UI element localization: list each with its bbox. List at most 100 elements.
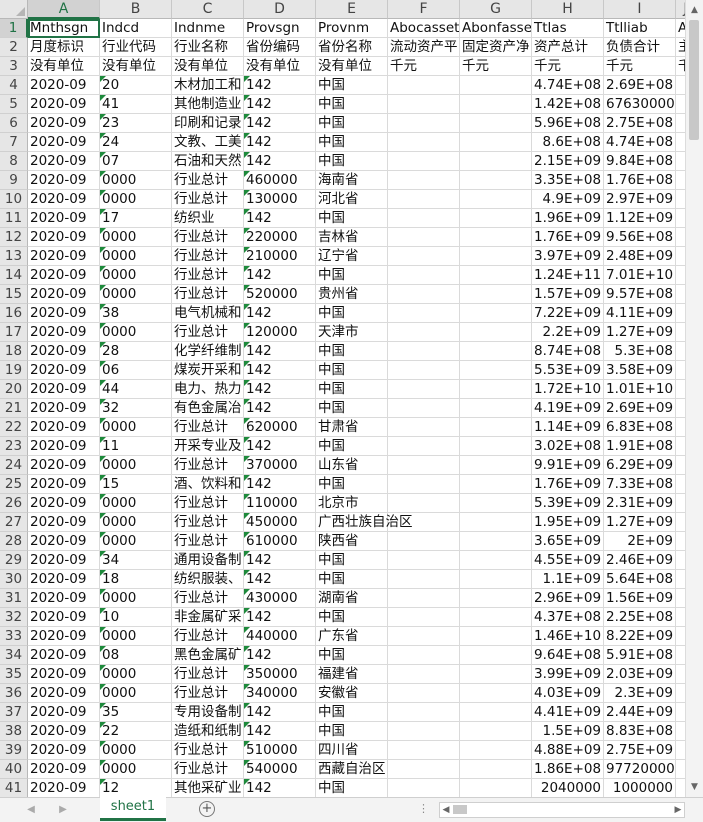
cell-f7[interactable] (388, 133, 460, 152)
cell-e34[interactable]: 中国 (316, 646, 388, 665)
cell-e16[interactable]: 中国 (316, 304, 388, 323)
row-header[interactable]: 17 (0, 323, 28, 342)
cell-c24[interactable]: 行业总计 (172, 456, 244, 475)
cell-d7[interactable]: 142 (244, 133, 316, 152)
row-header[interactable]: 23 (0, 437, 28, 456)
column-header-e[interactable]: E (316, 0, 388, 19)
cell-h30[interactable]: 1.1E+09 (532, 570, 604, 589)
cell-d9[interactable]: 460000 (244, 171, 316, 190)
row-header[interactable]: 21 (0, 399, 28, 418)
cell-e22[interactable]: 甘肃省 (316, 418, 388, 437)
row-header[interactable]: 37 (0, 703, 28, 722)
cell-c18[interactable]: 化学纤维制 (172, 342, 244, 361)
tab-split-handle[interactable]: ⋮ (418, 802, 430, 815)
cell-a3[interactable]: 没有单位 (28, 57, 100, 76)
cell-c14[interactable]: 行业总计 (172, 266, 244, 285)
row-header[interactable]: 10 (0, 190, 28, 209)
cell-d27[interactable]: 450000 (244, 513, 316, 532)
cell-b17[interactable]: 0000 (100, 323, 172, 342)
cell-g16[interactable] (460, 304, 532, 323)
row-header[interactable]: 13 (0, 247, 28, 266)
cell-c10[interactable]: 行业总计 (172, 190, 244, 209)
row-header[interactable]: 29 (0, 551, 28, 570)
row-header[interactable]: 6 (0, 114, 28, 133)
cell-c8[interactable]: 石油和天然 (172, 152, 244, 171)
cell-e14[interactable]: 中国 (316, 266, 388, 285)
cell-i40[interactable]: 97720000 (604, 760, 676, 779)
cell-i3[interactable]: 千元 (604, 57, 676, 76)
cell-g41[interactable] (460, 779, 532, 797)
cell-c22[interactable]: 行业总计 (172, 418, 244, 437)
cell-h28[interactable]: 3.65E+09 (532, 532, 604, 551)
cell-c5[interactable]: 其他制造业 (172, 95, 244, 114)
cell-i4[interactable]: 2.69E+08 (604, 76, 676, 95)
cell-b10[interactable]: 0000 (100, 190, 172, 209)
cell-b8[interactable]: 07 (100, 152, 172, 171)
row-header[interactable]: 36 (0, 684, 28, 703)
cell-j8[interactable] (676, 152, 685, 171)
cell-h21[interactable]: 4.19E+09 (532, 399, 604, 418)
cell-a30[interactable]: 2020-09 (28, 570, 100, 589)
cell-g18[interactable] (460, 342, 532, 361)
cell-j20[interactable] (676, 380, 685, 399)
cell-a19[interactable]: 2020-09 (28, 361, 100, 380)
cell-c26[interactable]: 行业总计 (172, 494, 244, 513)
cell-h38[interactable]: 1.5E+09 (532, 722, 604, 741)
cell-d11[interactable]: 142 (244, 209, 316, 228)
cell-i17[interactable]: 1.27E+09 (604, 323, 676, 342)
cell-b5[interactable]: 41 (100, 95, 172, 114)
cell-c19[interactable]: 煤炭开采和 (172, 361, 244, 380)
cell-f40[interactable] (388, 760, 460, 779)
row-header[interactable]: 34 (0, 646, 28, 665)
cell-b15[interactable]: 0000 (100, 285, 172, 304)
row-header[interactable]: 24 (0, 456, 28, 475)
cell-a28[interactable]: 2020-09 (28, 532, 100, 551)
cell-g37[interactable] (460, 703, 532, 722)
cell-c20[interactable]: 电力、热力 (172, 380, 244, 399)
cell-a13[interactable]: 2020-09 (28, 247, 100, 266)
cell-g30[interactable] (460, 570, 532, 589)
cell-d16[interactable]: 142 (244, 304, 316, 323)
scroll-right-arrow-icon[interactable]: ▶ (672, 803, 684, 817)
cell-h36[interactable]: 4.03E+09 (532, 684, 604, 703)
row-header[interactable]: 19 (0, 361, 28, 380)
cell-j3[interactable]: 千 (676, 57, 685, 76)
cell-c17[interactable]: 行业总计 (172, 323, 244, 342)
cell-c30[interactable]: 纺织服装、 (172, 570, 244, 589)
cell-c15[interactable]: 行业总计 (172, 285, 244, 304)
cell-g4[interactable] (460, 76, 532, 95)
cell-e36[interactable]: 安徽省 (316, 684, 388, 703)
cell-d1[interactable]: Provsgn (244, 19, 316, 38)
cell-a2[interactable]: 月度标识 (28, 38, 100, 57)
cell-a26[interactable]: 2020-09 (28, 494, 100, 513)
row-header[interactable]: 35 (0, 665, 28, 684)
cell-a33[interactable]: 2020-09 (28, 627, 100, 646)
cell-i26[interactable]: 2.31E+09 (604, 494, 676, 513)
cell-i33[interactable]: 8.22E+09 (604, 627, 676, 646)
row-header[interactable]: 9 (0, 171, 28, 190)
cell-i14[interactable]: 7.01E+10 (604, 266, 676, 285)
cell-f36[interactable] (388, 684, 460, 703)
scroll-up-arrow-icon[interactable]: ▲ (687, 2, 702, 18)
cell-f29[interactable] (388, 551, 460, 570)
cell-h24[interactable]: 9.91E+09 (532, 456, 604, 475)
cell-b25[interactable]: 15 (100, 475, 172, 494)
cell-d40[interactable]: 540000 (244, 760, 316, 779)
cell-b6[interactable]: 23 (100, 114, 172, 133)
cell-i35[interactable]: 2.03E+09 (604, 665, 676, 684)
cell-b14[interactable]: 0000 (100, 266, 172, 285)
cell-a41[interactable]: 2020-09 (28, 779, 100, 797)
cell-b41[interactable]: 12 (100, 779, 172, 797)
cell-d19[interactable]: 142 (244, 361, 316, 380)
cell-i34[interactable]: 5.91E+08 (604, 646, 676, 665)
cell-a17[interactable]: 2020-09 (28, 323, 100, 342)
cell-i10[interactable]: 2.97E+09 (604, 190, 676, 209)
cell-i28[interactable]: 2E+09 (604, 532, 676, 551)
cell-e17[interactable]: 天津市 (316, 323, 388, 342)
cell-j26[interactable] (676, 494, 685, 513)
cell-j14[interactable] (676, 266, 685, 285)
cell-i22[interactable]: 6.83E+08 (604, 418, 676, 437)
cell-j17[interactable] (676, 323, 685, 342)
cell-a36[interactable]: 2020-09 (28, 684, 100, 703)
cell-c1[interactable]: Indnme (172, 19, 244, 38)
